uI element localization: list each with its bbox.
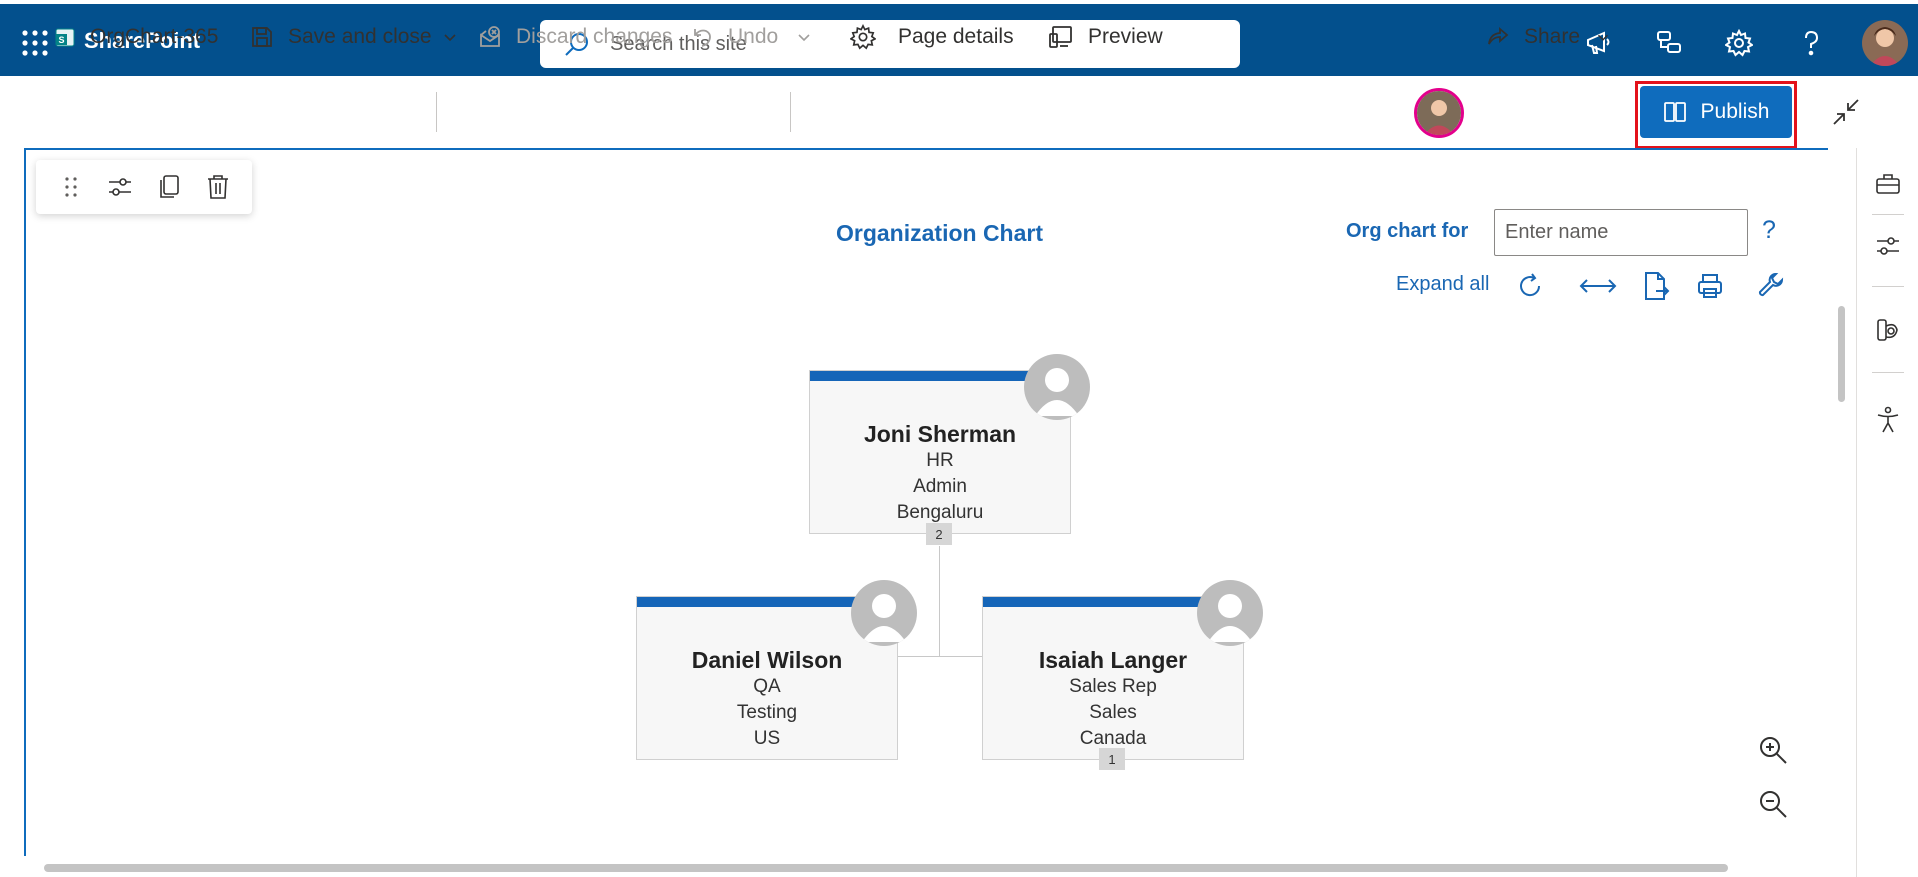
chevron-down-icon (440, 27, 460, 47)
export-document-icon[interactable] (1640, 270, 1672, 302)
horizontal-layout-icon[interactable] (1578, 270, 1618, 302)
employee-title: HR (926, 450, 954, 471)
employee-location: Bengaluru (896, 502, 984, 523)
save-options-dropdown[interactable] (440, 18, 460, 56)
save-icon (250, 25, 274, 49)
collapse-icon[interactable] (1830, 96, 1862, 128)
delete-icon[interactable] (202, 171, 234, 203)
person-placeholder-icon (1024, 354, 1090, 420)
employee-name: Daniel Wilson (691, 647, 843, 673)
settings-gear-icon[interactable] (1722, 26, 1756, 60)
undo-button[interactable]: Undo (690, 18, 778, 56)
separator (1872, 286, 1904, 287)
discard-changes-label: Discard changes (516, 25, 673, 48)
org-chart-for-label: Org chart for (1346, 220, 1469, 242)
share-icon (1486, 25, 1510, 49)
chart-title: Organization Chart (836, 220, 1044, 246)
separator (790, 92, 791, 132)
book-open-icon (1663, 100, 1687, 124)
save-and-close-button[interactable]: Save and close (250, 18, 432, 56)
undo-options-dropdown[interactable] (794, 18, 814, 56)
zoom-out-icon[interactable] (1756, 787, 1790, 821)
toolbox-icon[interactable] (1872, 168, 1904, 200)
employee-location: US (753, 728, 781, 749)
design-ideas-icon[interactable] (1872, 314, 1904, 346)
wrench-settings-icon[interactable] (1756, 270, 1788, 302)
zoom-in-icon[interactable] (1756, 733, 1790, 767)
refresh-icon[interactable] (1514, 270, 1546, 302)
drag-handle-icon[interactable] (55, 171, 87, 203)
share-button[interactable]: Share (1486, 18, 1612, 56)
separator (1872, 214, 1904, 215)
sharepoint-page-icon: S (54, 26, 76, 48)
page-name[interactable]: S OrgChart-365 (54, 18, 218, 56)
chevron-down-icon (794, 27, 814, 47)
undo-icon (690, 25, 714, 49)
svg-text:S: S (58, 35, 64, 45)
publish-button[interactable]: Publish (1640, 86, 1792, 138)
edit-properties-icon[interactable] (104, 171, 136, 203)
user-avatar[interactable] (1862, 20, 1908, 66)
connector-line (897, 656, 983, 657)
preview-icon (1048, 24, 1074, 50)
employee-location: Canada (1079, 728, 1147, 749)
preview-label: Preview (1088, 25, 1163, 48)
expand-all-link[interactable]: Expand all (1396, 273, 1489, 296)
duplicate-icon[interactable] (153, 171, 185, 203)
settings-gear-icon (850, 24, 876, 50)
separator (436, 92, 437, 132)
publish-label: Publish (1700, 100, 1770, 123)
properties-sliders-icon[interactable] (1872, 230, 1904, 262)
accessibility-icon[interactable] (1872, 404, 1904, 436)
command-bar (0, 76, 1918, 148)
discard-icon (478, 25, 502, 49)
help-question-icon[interactable] (1794, 26, 1828, 60)
separator (1872, 372, 1904, 373)
discard-changes-button[interactable]: Discard changes (478, 18, 672, 56)
employee-department: Sales (1089, 702, 1137, 723)
employee-title: QA (753, 676, 781, 697)
person-placeholder-icon (1197, 580, 1263, 646)
chevron-down-icon (1594, 28, 1612, 46)
vertical-scrollbar[interactable] (1838, 306, 1845, 402)
save-and-close-label: Save and close (288, 25, 432, 48)
employee-name: Joni Sherman (863, 421, 1017, 447)
webpart-toolbar (36, 160, 252, 214)
name-search-input[interactable] (1494, 209, 1748, 256)
app-launcher-icon[interactable] (20, 28, 50, 58)
employee-name: Isaiah Langer (1038, 647, 1188, 673)
preview-button[interactable]: Preview (1048, 18, 1163, 56)
print-icon[interactable] (1694, 270, 1726, 302)
share-label: Share (1524, 25, 1581, 48)
employee-department: Testing (736, 702, 798, 723)
person-placeholder-icon (851, 580, 917, 646)
page-details-button[interactable]: Page details (850, 18, 1014, 56)
employee-department: Admin (913, 476, 967, 497)
page-details-label: Page details (898, 25, 1014, 48)
horizontal-scrollbar[interactable] (44, 864, 1728, 872)
help-icon[interactable]: ? (1762, 216, 1776, 245)
connector-line (939, 546, 940, 656)
page-name-label: OrgChart-365 (90, 25, 219, 48)
reports-count-badge[interactable]: 1 (1099, 748, 1125, 770)
reports-count-badge[interactable]: 2 (926, 523, 952, 545)
co-author-avatar[interactable] (1414, 88, 1464, 138)
employee-title: Sales Rep (1069, 676, 1157, 697)
feedback-icon[interactable] (1652, 26, 1686, 60)
undo-label: Undo (728, 25, 779, 48)
